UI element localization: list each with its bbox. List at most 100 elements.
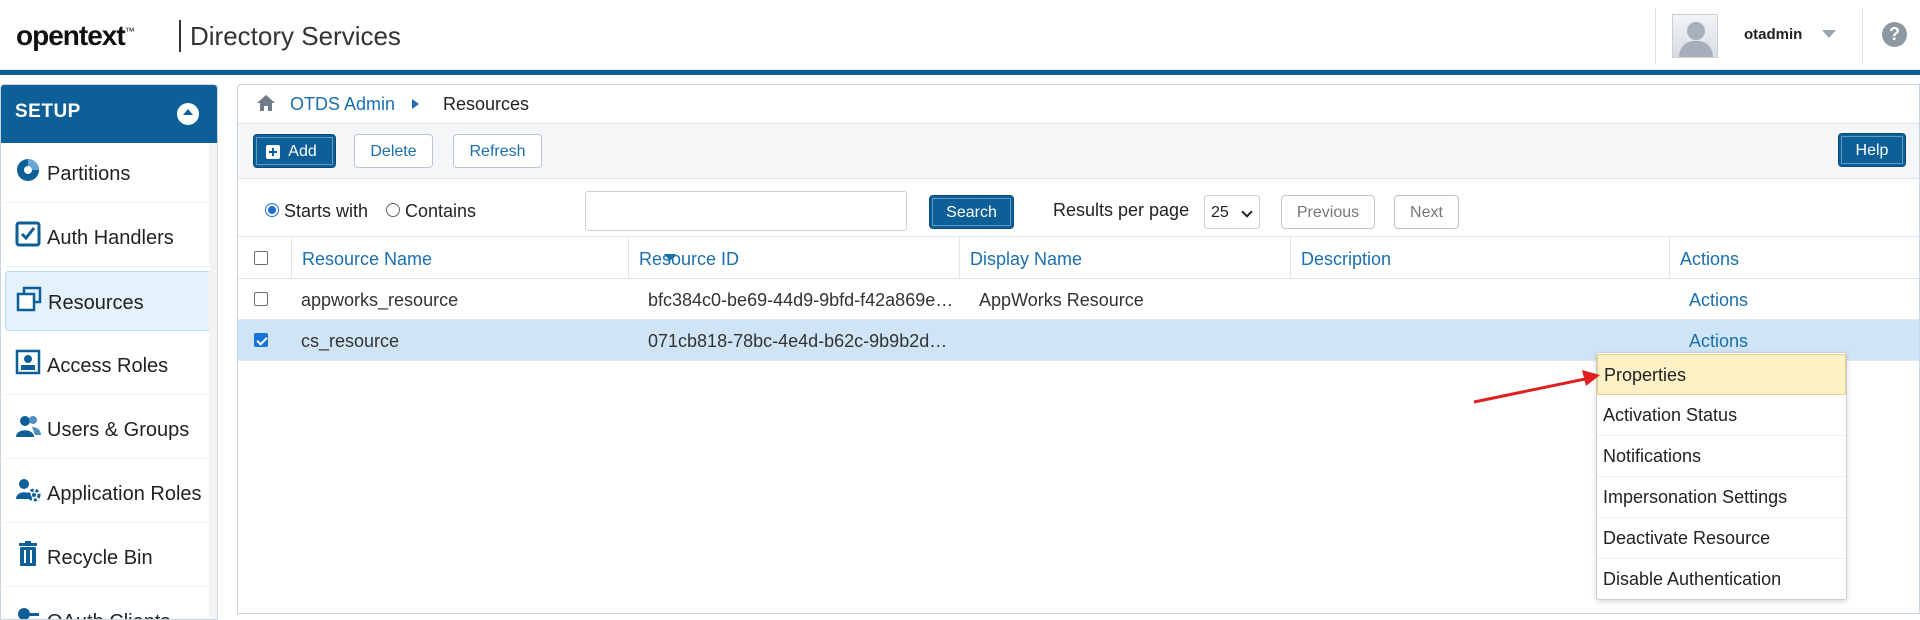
delete-button[interactable]: Delete: [354, 134, 433, 168]
sidebar-item-label: Access Roles: [47, 355, 169, 377]
sidebar: SETUP Partitions Auth Handlers Resources…: [0, 84, 218, 620]
header-divider: [1655, 8, 1656, 64]
sidebar-item-label: Users & Groups: [47, 419, 190, 441]
resource-id-cell: 071cb818-78bc-4e4d-b62c-9b9b2d67…: [648, 331, 954, 351]
column-description[interactable]: Description: [1291, 237, 1670, 279]
chevron-down-icon[interactable]: [1822, 30, 1836, 38]
application-roles-icon: [16, 479, 41, 502]
menu-item-impersonation-settings[interactable]: Impersonation Settings: [1597, 477, 1846, 518]
recycle-bin-icon: [19, 541, 37, 566]
column-resource-name[interactable]: Resource Name: [292, 237, 676, 279]
menu-item-label: Impersonation Settings: [1603, 487, 1788, 507]
resource-name-cell: appworks_resource: [301, 290, 459, 310]
column-label: Resource ID: [639, 249, 740, 269]
search-button[interactable]: Search: [929, 195, 1014, 229]
column-label: Display Name: [970, 249, 1083, 269]
sidebar-item-access-roles[interactable]: Access Roles: [5, 335, 213, 395]
logo-divider: [179, 20, 181, 52]
sidebar-item-application-roles[interactable]: Application Roles: [5, 463, 213, 523]
search-bar: Starts with Contains Search Results per …: [238, 179, 1919, 237]
users-groups-icon: [16, 416, 41, 437]
menu-item-notifications[interactable]: Notifications: [1597, 436, 1846, 477]
collapse-up-icon[interactable]: [177, 103, 199, 125]
menu-item-properties[interactable]: Properties: [1597, 354, 1846, 395]
results-per-page-value: 25: [1211, 204, 1229, 221]
add-icon: [266, 145, 280, 159]
next-button[interactable]: Next: [1394, 195, 1459, 229]
menu-item-label: Notifications: [1603, 446, 1702, 466]
table-row[interactable]: appworks_resource bfc384c0-be69-44d9-9bf…: [238, 279, 1919, 320]
menu-item-label: Disable Authentication: [1603, 569, 1782, 589]
sidebar-item-recycle-bin[interactable]: Recycle Bin: [5, 527, 213, 587]
table-header: Resource Name Resource ID Display Name D…: [238, 237, 1919, 279]
header-accent-bar: [0, 70, 1920, 75]
row-checkbox[interactable]: [254, 333, 268, 347]
sidebar-item-label: Recycle Bin: [47, 547, 153, 569]
menu-item-label: Properties: [1604, 365, 1687, 385]
actions-link[interactable]: Actions: [1689, 331, 1748, 352]
menu-item-label: Deactivate Resource: [1603, 528, 1771, 548]
help-icon[interactable]: ?: [1882, 22, 1907, 47]
setup-header[interactable]: SETUP: [1, 85, 217, 143]
sidebar-scrollbar[interactable]: [209, 143, 217, 619]
select-all-checkbox[interactable]: [254, 251, 268, 265]
display-name-cell: AppWorks Resource: [979, 290, 1144, 310]
sidebar-item-label: Application Roles: [47, 483, 202, 505]
sidebar-item-label: Partitions: [47, 163, 131, 185]
column-resource-id[interactable]: Resource ID: [629, 237, 960, 279]
resource-id-cell: bfc384c0-be69-44d9-9bfd-f42a869ee…: [648, 290, 954, 310]
sidebar-item-resources[interactable]: Resources: [5, 271, 213, 331]
setup-title: SETUP: [15, 101, 81, 122]
sidebar-item-users-groups[interactable]: Users & Groups: [5, 399, 213, 459]
column-label: Description: [1301, 249, 1392, 269]
header-divider: [1862, 8, 1863, 64]
column-display-name[interactable]: Display Name: [960, 237, 1291, 279]
chevron-down-icon: [1241, 206, 1253, 218]
help-button[interactable]: Help: [1838, 133, 1906, 167]
resources-icon: [16, 286, 42, 312]
sidebar-item-oauth-clients[interactable]: OAuth Clients: [5, 591, 213, 619]
add-button[interactable]: Add: [253, 134, 336, 168]
contains-label: Contains: [405, 201, 477, 221]
add-button-label: Add: [288, 143, 317, 160]
sidebar-item-label: Auth Handlers: [47, 227, 174, 249]
username[interactable]: otadmin: [1744, 26, 1802, 43]
product-name: Directory Services: [190, 21, 401, 51]
home-icon[interactable]: [256, 94, 276, 112]
user-silhouette-icon: [1679, 22, 1713, 57]
refresh-button[interactable]: Refresh: [453, 134, 542, 168]
starts-with-label: Starts with: [284, 201, 369, 221]
search-input[interactable]: [585, 191, 907, 231]
breadcrumb-current: Resources: [443, 94, 530, 114]
column-label: Actions: [1680, 249, 1740, 269]
menu-item-disable-authentication[interactable]: Disable Authentication: [1597, 559, 1846, 600]
sidebar-item-label: OAuth Clients: [47, 611, 170, 619]
annotation-arrow-icon: [1473, 370, 1600, 404]
menu-item-deactivate-resource[interactable]: Deactivate Resource: [1597, 518, 1846, 559]
menu-item-label: Activation Status: [1603, 405, 1738, 425]
toolbar: Add Delete Refresh Help: [238, 123, 1919, 179]
breadcrumb-otds-admin[interactable]: OTDS Admin: [290, 94, 395, 115]
auth-handlers-icon: [15, 221, 41, 247]
column-label: Resource Name: [302, 249, 433, 269]
previous-button[interactable]: Previous: [1281, 195, 1375, 229]
contains-radio[interactable]: [386, 203, 400, 217]
sidebar-item-label: Resources: [48, 292, 144, 314]
column-actions: Actions: [1670, 237, 1919, 279]
starts-with-radio[interactable]: [265, 203, 279, 217]
menu-item-activation-status[interactable]: Activation Status: [1597, 395, 1846, 436]
breadcrumb-separator-icon: [412, 99, 419, 109]
row-checkbox[interactable]: [254, 292, 268, 306]
opentext-logo: opentext™: [16, 20, 135, 51]
select-all-cell: [238, 237, 292, 279]
sidebar-item-auth-handlers[interactable]: Auth Handlers: [5, 207, 213, 267]
top-header: opentext™ Directory Services otadmin ?: [0, 0, 1920, 70]
results-per-page-select[interactable]: 25: [1204, 195, 1260, 229]
results-per-page-label: Results per page: [1053, 200, 1190, 220]
breadcrumb: OTDS Admin Resources: [238, 85, 1919, 123]
actions-dropdown-menu: Properties Activation Status Notificatio…: [1596, 352, 1847, 600]
sidebar-item-partitions[interactable]: Partitions: [5, 143, 213, 203]
user-avatar[interactable]: [1672, 14, 1718, 58]
access-roles-icon: [15, 349, 41, 375]
actions-link[interactable]: Actions: [1689, 290, 1748, 311]
